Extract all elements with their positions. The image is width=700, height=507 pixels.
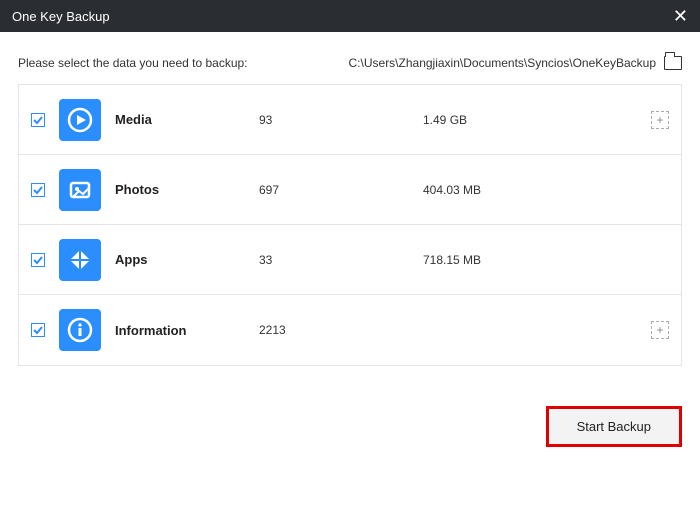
category-label: Photos [115, 182, 245, 197]
category-count: 697 [259, 183, 409, 197]
category-count: 93 [259, 113, 409, 127]
instruction-text: Please select the data you need to backu… [18, 56, 248, 70]
backup-path-container: C:\Users\Zhangjiaxin\Documents\Syncios\O… [349, 56, 682, 70]
category-list: Media 93 1.49 GB + Photos 697 404.03 MB [18, 84, 682, 366]
category-size: 1.49 GB [423, 113, 637, 127]
category-count: 2213 [259, 323, 409, 337]
category-count: 33 [259, 253, 409, 267]
expand-icon[interactable]: + [651, 321, 669, 339]
photos-icon [59, 169, 101, 211]
information-icon [59, 309, 101, 351]
window-title: One Key Backup [12, 9, 110, 24]
media-icon [59, 99, 101, 141]
category-label: Apps [115, 252, 245, 267]
category-label: Information [115, 323, 245, 338]
header-row: Please select the data you need to backu… [18, 56, 682, 70]
checkbox-information[interactable] [31, 323, 45, 337]
checkbox-photos[interactable] [31, 183, 45, 197]
list-item-photos: Photos 697 404.03 MB [19, 155, 681, 225]
start-backup-button[interactable]: Start Backup [546, 406, 682, 447]
category-size: 404.03 MB [423, 183, 669, 197]
apps-icon [59, 239, 101, 281]
backup-path-text: C:\Users\Zhangjiaxin\Documents\Syncios\O… [349, 56, 656, 70]
footer: Start Backup [0, 382, 700, 447]
category-size: 718.15 MB [423, 253, 669, 267]
content-area: Please select the data you need to backu… [0, 32, 700, 382]
expand-icon[interactable]: + [651, 111, 669, 129]
list-item-information: Information 2213 + [19, 295, 681, 365]
titlebar: One Key Backup ✕ [0, 0, 700, 32]
folder-icon[interactable] [664, 56, 682, 70]
list-item-media: Media 93 1.49 GB + [19, 85, 681, 155]
close-icon[interactable]: ✕ [673, 7, 688, 25]
list-item-apps: Apps 33 718.15 MB [19, 225, 681, 295]
category-label: Media [115, 112, 245, 127]
checkbox-apps[interactable] [31, 253, 45, 267]
checkbox-media[interactable] [31, 113, 45, 127]
